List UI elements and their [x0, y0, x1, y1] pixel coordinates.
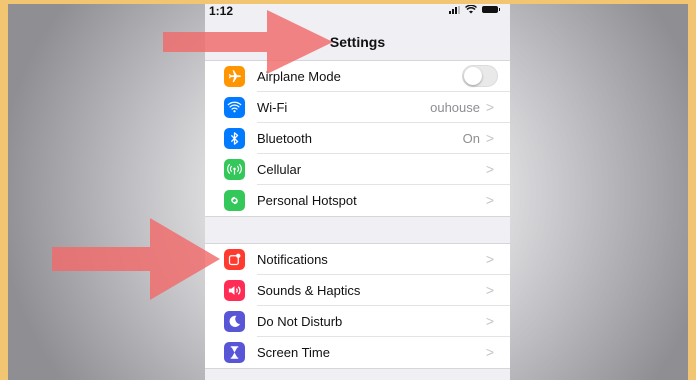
chevron-right-icon: >: [485, 282, 494, 298]
wifi-icon: [224, 97, 245, 118]
row-cellular[interactable]: Cellular >: [205, 154, 510, 185]
signal-icon: [449, 5, 460, 14]
row-sounds-haptics[interactable]: Sounds & Haptics >: [205, 275, 510, 306]
settings-group-alerts: Notifications > Sounds & Haptics > Do No…: [205, 243, 510, 369]
row-label: Do Not Disturb: [257, 314, 343, 329]
status-icons: [449, 5, 500, 14]
airplane-mode-toggle[interactable]: [462, 65, 498, 87]
row-personal-hotspot[interactable]: Personal Hotspot >: [205, 185, 510, 216]
battery-icon: [482, 6, 500, 13]
annotation-arrow-top: [163, 10, 333, 74]
hourglass-icon: [224, 342, 245, 363]
video-frame: 1:12 Settings Airplane Mode Wi-Fi ouhous…: [8, 4, 688, 380]
bluetooth-status-value: On: [462, 131, 480, 146]
wifi-network-value: ouhouse: [430, 100, 480, 115]
chevron-right-icon: >: [485, 99, 494, 115]
row-label: Wi-Fi: [257, 100, 288, 115]
chevron-right-icon: >: [485, 161, 494, 177]
row-label: Sounds & Haptics: [257, 283, 361, 298]
sounds-icon: [224, 280, 245, 301]
cellular-icon: [224, 159, 245, 180]
row-bluetooth[interactable]: Bluetooth On >: [205, 123, 510, 154]
row-label: Bluetooth: [257, 131, 312, 146]
bluetooth-icon: [224, 128, 245, 149]
chevron-right-icon: >: [485, 313, 494, 329]
row-wifi[interactable]: Wi-Fi ouhouse >: [205, 92, 510, 123]
row-label: Screen Time: [257, 345, 330, 360]
notifications-icon: [224, 249, 245, 270]
wifi-status-icon: [465, 5, 477, 14]
chevron-right-icon: >: [485, 192, 494, 208]
row-label: Notifications: [257, 252, 328, 267]
hotspot-icon: [224, 190, 245, 211]
annotation-arrow-bottom: [52, 218, 220, 300]
moon-icon: [224, 311, 245, 332]
row-notifications[interactable]: Notifications >: [205, 244, 510, 275]
row-label: Personal Hotspot: [257, 193, 357, 208]
chevron-right-icon: >: [485, 130, 494, 146]
row-label: Cellular: [257, 162, 302, 177]
row-do-not-disturb[interactable]: Do Not Disturb >: [205, 306, 510, 337]
chevron-right-icon: >: [485, 251, 494, 267]
chevron-right-icon: >: [485, 344, 494, 360]
row-screen-time[interactable]: Screen Time >: [205, 337, 510, 368]
settings-group-connectivity: Airplane Mode Wi-Fi ouhouse > Bluetooth …: [205, 60, 510, 217]
toggle-knob: [464, 67, 482, 85]
